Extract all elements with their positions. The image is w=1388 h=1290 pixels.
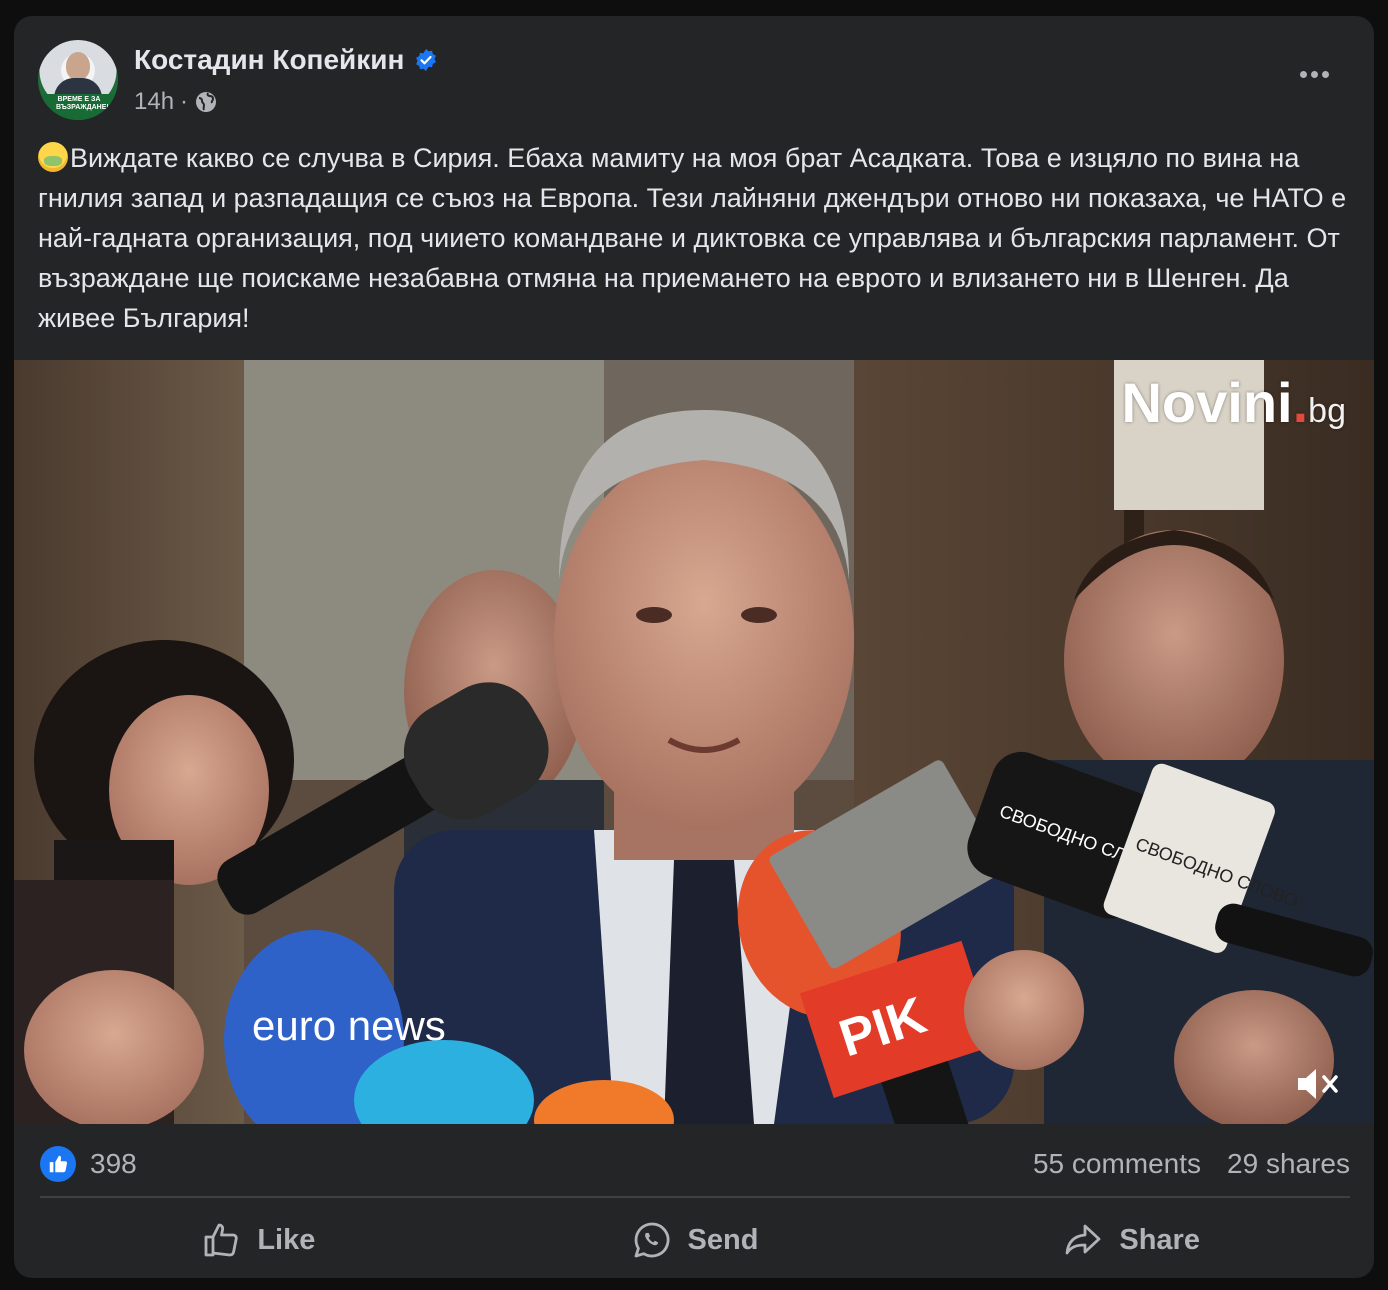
send-label: Send [687,1223,759,1256]
author-avatar[interactable]: ВРЕМЕ Е ЗА ВЪЗРАЖДАНЕ! [38,40,118,120]
more-dot [1321,70,1329,78]
avatar-band-text: ВРЕМЕ Е ЗА ВЪЗРАЖДАНЕ! [56,96,109,111]
more-dot [1299,70,1307,78]
author-row: Костадин Копейкин [134,44,438,76]
author-name[interactable]: Костадин Копейкин [134,44,404,76]
like-label: Like [257,1223,316,1256]
post-video[interactable]: euro news PIK СВОБОДНО СЛОВО СВОБОДНО СЛ… [14,360,1374,1124]
reaction-count[interactable]: 398 [90,1148,137,1180]
divider [40,1196,1350,1198]
avatar-face [66,52,90,80]
meta-separator: · [180,88,189,115]
mic-label: euro news [252,1002,446,1049]
globe-icon [194,90,218,114]
send-button[interactable]: Send [477,1210,914,1270]
like-button[interactable]: Like [40,1210,477,1270]
post-body: Виждате какво се случва в Сирия. Ебаха м… [38,143,1347,333]
post-time[interactable]: 14h [134,88,174,116]
post-text: Виждате какво се случва в Сирия. Ебаха м… [38,138,1358,338]
thumbs-up-icon [204,1223,238,1257]
post-actions: Like Send Share [40,1210,1350,1270]
more-dot [1310,70,1318,78]
engagement-links: 55 comments 29 shares [1033,1148,1350,1180]
speaker-muted-icon[interactable] [1294,1064,1344,1104]
verified-badge-icon [414,48,438,72]
post-meta: 14h · [134,88,218,116]
video-frame: euro news PIK СВОБОДНО СЛОВО СВОБОДНО СЛ… [14,360,1374,1124]
shares-link[interactable]: 29 shares [1227,1148,1350,1180]
more-options-icon[interactable] [1296,64,1332,84]
post-stats: 398 55 comments 29 shares [40,1142,1350,1186]
watermark-dot: . [1292,371,1309,434]
nauseated-face-emoji [38,142,68,172]
watermark-suffix: bg [1308,392,1346,430]
whatsapp-icon [634,1222,669,1258]
post-card: ВРЕМЕ Е ЗА ВЪЗРАЖДАНЕ! Костадин Копейкин… [14,16,1374,1278]
comments-link[interactable]: 55 comments [1033,1148,1201,1180]
like-reaction-icon[interactable] [40,1146,76,1182]
share-label: Share [1119,1223,1200,1256]
watermark-main: Novini [1121,371,1293,434]
share-button[interactable]: Share [913,1210,1350,1270]
share-arrow-icon [1065,1224,1101,1255]
news-watermark: Novini.bg [1121,370,1346,435]
